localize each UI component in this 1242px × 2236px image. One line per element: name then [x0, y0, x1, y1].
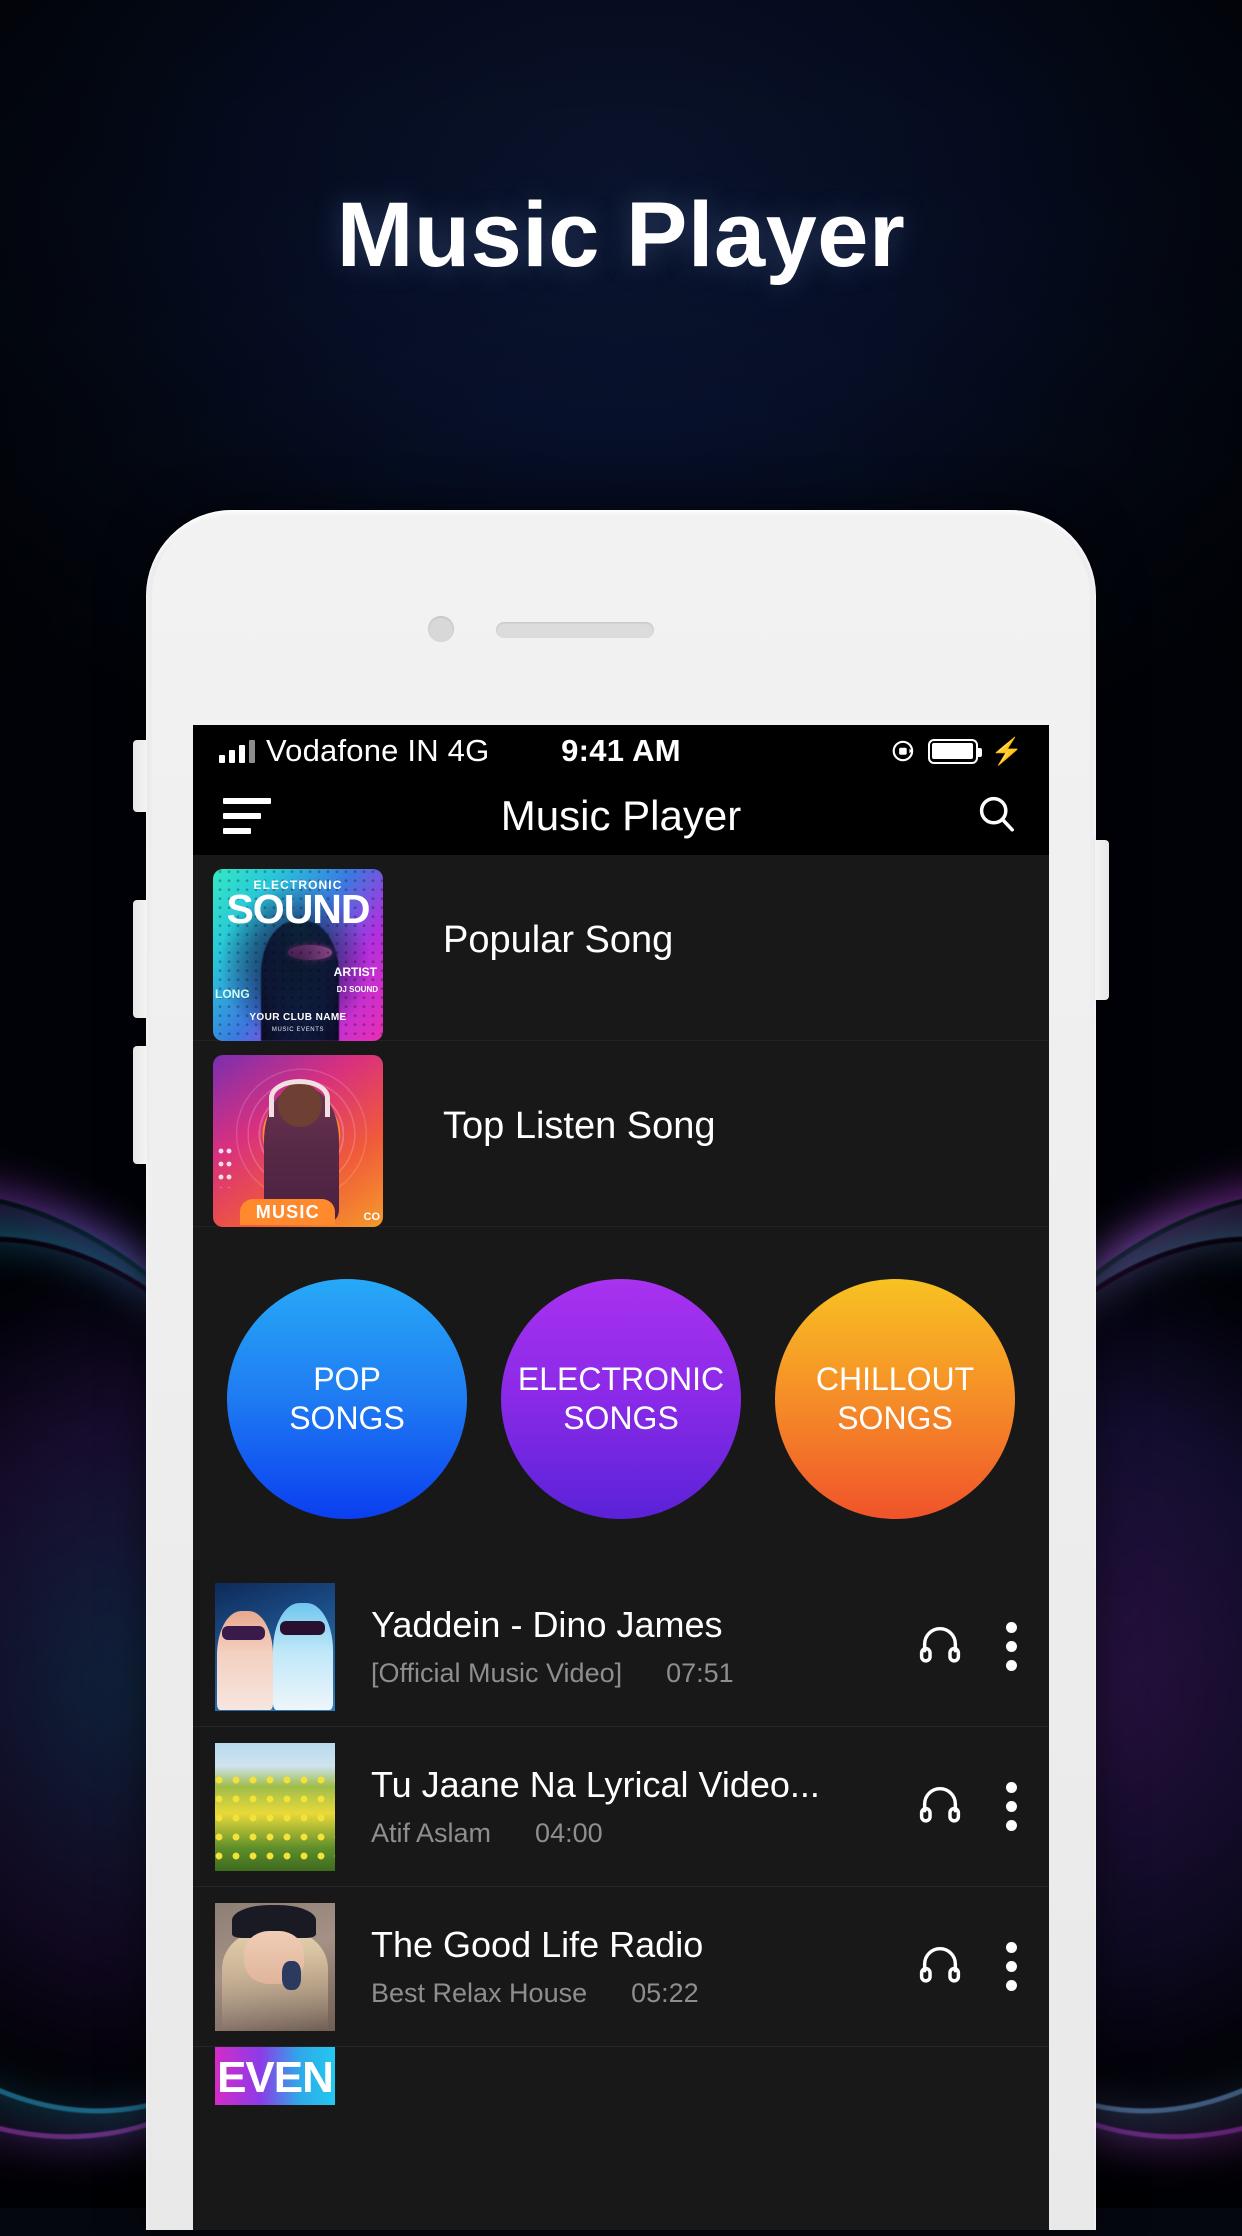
- album-artist-label: ARTIST: [333, 965, 377, 979]
- song-title: Tu Jaane Na Lyrical Video...: [371, 1764, 820, 1805]
- headphone-icon[interactable]: [917, 1941, 963, 1992]
- album-badge: MUSIC: [255, 1201, 320, 1222]
- song-info: Tu Jaane Na Lyrical Video... Atif Aslam …: [371, 1764, 907, 1849]
- phone-screen: Vodafone IN 4G 9:41 AM ⚡ Music Player EL…: [193, 725, 1049, 2230]
- app-bar: Music Player: [193, 777, 1049, 855]
- kebab-menu-icon[interactable]: [1005, 1622, 1017, 1671]
- album-artist-name: DJ SOUND: [336, 985, 378, 994]
- album-corner-text: CO: [363, 1211, 381, 1223]
- yaddein-thumbnail: [215, 1582, 335, 1711]
- electronic-sound-album-art: ELECTRONIC SOUND ARTIST DJ SOUND LONG YO…: [213, 869, 383, 1041]
- album-title: SOUND: [226, 886, 370, 932]
- song-artist: [Official Music Video]: [371, 1658, 623, 1688]
- rotation-lock-icon: [892, 740, 913, 762]
- song-title: The Good Life Radio: [371, 1924, 704, 1965]
- status-right-group: ⚡: [891, 738, 1023, 764]
- event-thumbnail: EVEN: [215, 2047, 335, 2105]
- good-life-radio-thumbnail: [215, 1902, 335, 2031]
- charging-bolt-icon: ⚡: [990, 736, 1023, 766]
- carrier-label: Vodafone IN 4G: [266, 733, 490, 768]
- category-circles: POP SONGS ELECTRONIC SONGS CHILLOUT SONG…: [193, 1227, 1049, 1567]
- category-line1: ELECTRONIC: [517, 1360, 725, 1397]
- power-button[interactable]: [1095, 840, 1109, 1000]
- song-title: Yaddein - Dino James: [371, 1604, 723, 1645]
- headphone-icon[interactable]: [917, 1781, 963, 1832]
- song-artist: Atif Aslam: [371, 1818, 492, 1848]
- front-camera-icon: [428, 616, 454, 642]
- thumbnail-text: EVEN: [217, 2053, 334, 2102]
- silent-switch-button[interactable]: [133, 740, 147, 812]
- song-duration: 07:51: [666, 1658, 734, 1688]
- earpiece-speaker: [496, 622, 654, 638]
- featured-row-popular-song[interactable]: ELECTRONIC SOUND ARTIST DJ SOUND LONG YO…: [193, 855, 1049, 1041]
- signal-bars-icon: [219, 739, 255, 763]
- headphone-icon[interactable]: [917, 1621, 963, 1672]
- featured-label-popular-song: Popular Song: [443, 919, 674, 961]
- song-list-item[interactable]: Tu Jaane Na Lyrical Video... Atif Aslam …: [193, 1727, 1049, 1887]
- album-corner-text: LONG: [215, 987, 250, 1001]
- song-list-item[interactable]: EVEN: [193, 2047, 1049, 2105]
- song-duration: 05:22: [631, 1978, 699, 2008]
- volume-down-button[interactable]: [133, 1046, 147, 1164]
- category-pop-songs[interactable]: POP SONGS: [227, 1279, 467, 1519]
- hamburger-menu-icon[interactable]: [223, 798, 271, 834]
- category-chillout-songs[interactable]: CHILLOUT SONGS: [775, 1279, 1015, 1519]
- category-electronic-songs[interactable]: ELECTRONIC SONGS: [501, 1279, 741, 1519]
- battery-icon: [927, 738, 982, 764]
- song-info: Yaddein - Dino James [Official Music Vid…: [371, 1604, 907, 1689]
- song-list-item[interactable]: Yaddein - Dino James [Official Music Vid…: [193, 1567, 1049, 1727]
- song-duration: 04:00: [535, 1818, 603, 1848]
- kebab-menu-icon[interactable]: [1005, 1942, 1017, 1991]
- category-line2: SONGS: [563, 1400, 679, 1436]
- tu-jaane-na-thumbnail: [215, 1742, 335, 1871]
- volume-up-button[interactable]: [133, 900, 147, 1018]
- song-artist: Best Relax House: [371, 1978, 588, 2008]
- category-line2: SONGS: [289, 1400, 405, 1436]
- song-list-item[interactable]: The Good Life Radio Best Relax House 05:…: [193, 1887, 1049, 2047]
- category-line2: SONGS: [837, 1400, 953, 1436]
- featured-label-top-listen-song: Top Listen Song: [443, 1105, 716, 1147]
- kebab-menu-icon[interactable]: [1005, 1782, 1017, 1831]
- screen-content: ELECTRONIC SOUND ARTIST DJ SOUND LONG YO…: [193, 855, 1049, 2230]
- album-club-name: YOUR CLUB NAME: [249, 1012, 347, 1023]
- status-bar: Vodafone IN 4G 9:41 AM ⚡: [193, 725, 1049, 777]
- music-top-listen-album-art: MUSIC CO: [213, 1055, 383, 1227]
- featured-row-top-listen-song[interactable]: MUSIC CO Top Listen Song: [193, 1041, 1049, 1227]
- hero-title: Music Player: [336, 184, 906, 286]
- song-info: The Good Life Radio Best Relax House 05:…: [371, 1924, 907, 2009]
- phone-mockup: Vodafone IN 4G 9:41 AM ⚡ Music Player EL…: [133, 510, 1109, 2230]
- album-subtitle: MUSIC EVENTS: [271, 1027, 325, 1033]
- category-line1: POP: [313, 1360, 381, 1397]
- page-title: Music Player: [500, 792, 742, 839]
- category-line1: CHILLOUT: [815, 1360, 975, 1397]
- search-icon[interactable]: [975, 792, 1019, 841]
